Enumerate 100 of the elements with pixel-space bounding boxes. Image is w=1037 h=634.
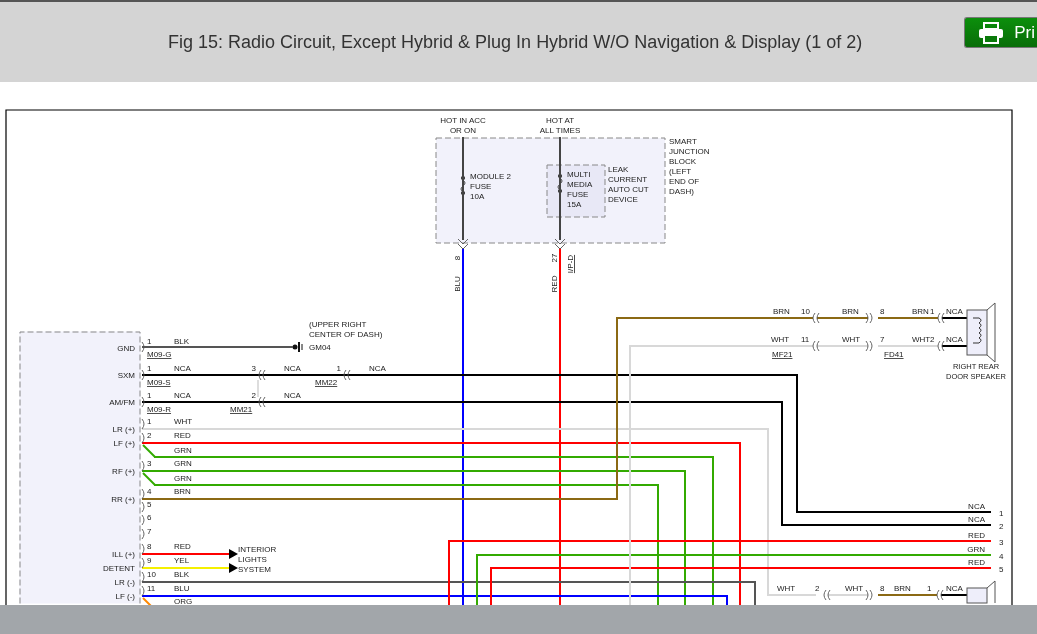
fuse-label: MODULE 2 FUSE 10A	[470, 172, 511, 201]
connector-symbol	[865, 589, 873, 601]
pin-label: LF (+)	[113, 439, 135, 448]
wire-color-label: RED	[174, 431, 191, 440]
splice-link	[257, 380, 259, 397]
figure-title: Fig 15: Radio Circuit, Except Hybrid & Plug In Hybrid W/O Navigation & Display (1 of 2)	[166, 31, 864, 53]
wire-color-label: WHT	[845, 584, 864, 593]
pin-number: 11	[801, 335, 810, 344]
wire-color-label: NCA	[174, 391, 191, 400]
print-button[interactable]: Pri	[964, 17, 1037, 48]
connector-symbol	[141, 528, 145, 540]
pin-number: 1	[147, 337, 152, 346]
connector-symbol	[141, 396, 145, 408]
pin-number: 4	[147, 487, 152, 496]
pin-number: 1	[336, 364, 341, 373]
pin-number: 9	[147, 556, 152, 565]
connector-symbol	[554, 238, 566, 250]
ground-label: GM04	[309, 343, 331, 352]
connector-symbol	[141, 341, 145, 353]
pin-number: 7	[880, 335, 885, 344]
wire-color-label: BRN	[773, 307, 790, 316]
wire-color-label: NCA	[946, 307, 963, 316]
connector-symbol	[457, 238, 469, 250]
connector-symbol	[937, 340, 945, 352]
connector-symbol	[865, 312, 873, 324]
connector-label: M09-S	[147, 378, 171, 387]
wire-color-label: NCA	[174, 364, 191, 373]
connector-label: MF21	[772, 350, 793, 359]
wire-color-label: NCA	[968, 502, 985, 511]
power-source-label: HOT IN ACC OR ON	[440, 116, 486, 135]
pin-number: 1	[147, 391, 152, 400]
destination-label: INTERIOR LIGHTS SYSTEM	[238, 545, 277, 574]
pin-number: 2	[251, 391, 256, 400]
wire-color-label: NCA	[369, 364, 386, 373]
wire-color-label: GRN	[967, 545, 985, 554]
pin-number: 8	[880, 307, 885, 316]
connector-symbol	[343, 369, 351, 381]
wire-color-label: YEL	[174, 556, 190, 565]
pin-label: RR (+)	[111, 495, 135, 504]
pin-number: 7	[147, 527, 152, 536]
connector-symbol	[812, 340, 820, 352]
wire-color-label: NCA	[284, 364, 301, 373]
wire-color-label: GRN	[174, 474, 192, 483]
pin-number: 10	[147, 570, 156, 579]
wire-color-label: BLK	[174, 570, 190, 579]
pin-number: 10	[801, 307, 810, 316]
output-number: 2	[999, 522, 1004, 531]
speaker-icon	[966, 302, 996, 363]
pin-number: 8	[453, 255, 462, 261]
pin-label: GND	[117, 344, 135, 353]
pin-number: 1	[927, 584, 932, 593]
pin-number: 8	[147, 542, 152, 551]
wire-color-label: BLK	[174, 337, 190, 346]
wire	[942, 317, 968, 319]
junction-block-label: SMART JUNCTION BLOCK (LEFT END OF DASH)	[669, 137, 710, 196]
pin-number: 11	[147, 584, 156, 593]
wire-color-label: RED	[174, 542, 191, 551]
wire-color-label: RED	[550, 275, 559, 293]
pin-number: 5	[147, 500, 152, 509]
wire-color-label: WHT	[912, 335, 931, 344]
pin-number: 3	[251, 364, 256, 373]
connector-symbol	[141, 585, 145, 597]
connector-label: MM22	[315, 378, 338, 387]
output-number: 1	[999, 509, 1004, 518]
wire-color-label: WHT	[842, 335, 861, 344]
connector-symbol	[141, 557, 145, 569]
connector-symbol	[936, 589, 944, 601]
pin-label: ILL (+)	[111, 550, 135, 559]
fuse-label: MULTI MEDIA FUSE 15A	[567, 170, 593, 209]
ground-icon	[292, 341, 303, 353]
wire-color-label: WHT	[777, 584, 796, 593]
pin-number: 1	[147, 417, 152, 426]
wire-color-label: BLU	[174, 584, 190, 593]
wire-color-label: BRN	[912, 307, 929, 316]
wire	[942, 345, 968, 347]
pin-label: LR (+)	[112, 425, 135, 434]
connector-symbol	[823, 589, 831, 601]
device-box	[546, 164, 606, 218]
wire-color-label: BRN	[842, 307, 859, 316]
connector-symbol	[141, 369, 145, 381]
pin-number: 6	[147, 513, 152, 522]
wire-color-label: WHT	[174, 417, 193, 426]
wire-color-label: NCA	[284, 391, 301, 400]
wire-color-label: RED	[968, 558, 985, 567]
connector-label: FD41	[884, 350, 904, 359]
output-number: 4	[999, 552, 1004, 561]
pin-label: DETENT	[103, 564, 135, 573]
printer-icon	[978, 21, 1005, 44]
connector-symbol	[258, 396, 266, 408]
pin-number: 3	[147, 459, 152, 468]
pin-number: 2	[147, 431, 152, 440]
power-source-label: HOT AT ALL TIMES	[539, 116, 581, 135]
wire-color-label: NCA	[968, 515, 985, 524]
pin-number: 1	[930, 307, 935, 316]
wire-color-label: BLU	[453, 276, 462, 292]
wire-color-label: NCA	[946, 335, 963, 344]
connector-label: MM21	[230, 405, 253, 414]
pin-label: SXM	[117, 371, 135, 380]
pin-label: LR (-)	[114, 578, 135, 587]
connector-symbol	[141, 543, 145, 555]
